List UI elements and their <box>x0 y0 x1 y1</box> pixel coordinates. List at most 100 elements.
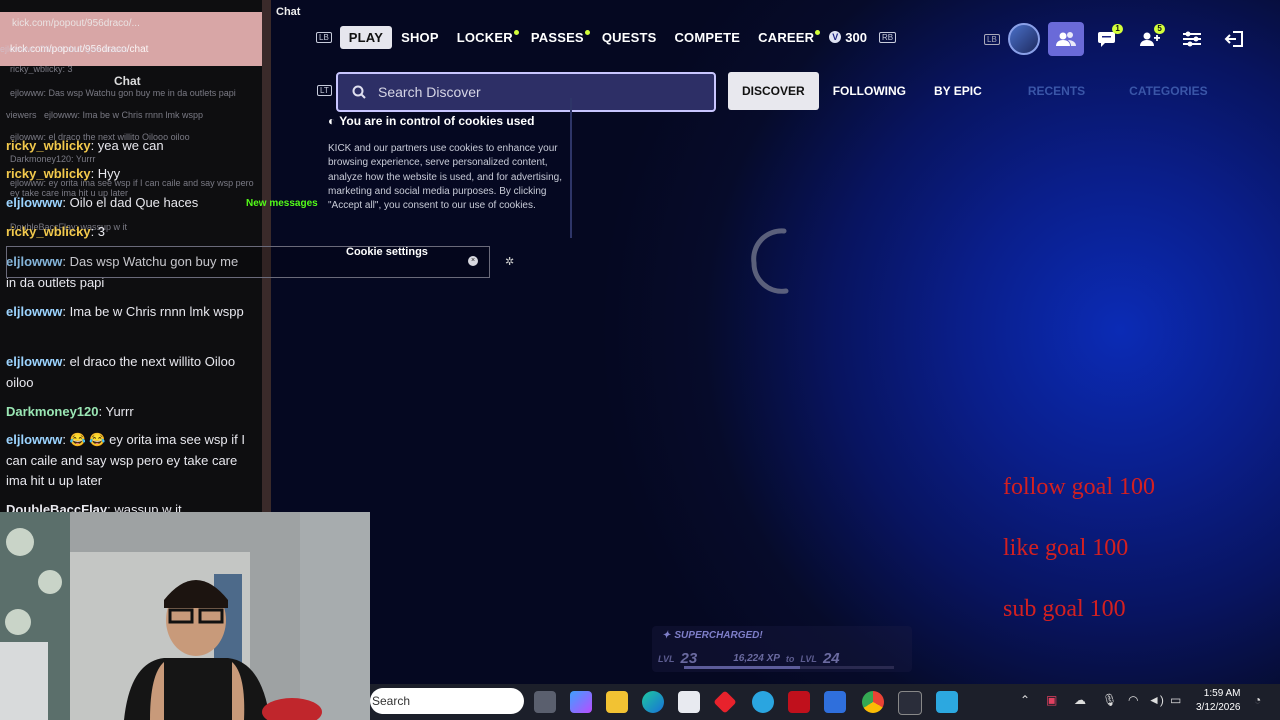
wifi-icon[interactable]: ◠ <box>1128 693 1138 707</box>
vbucks-balance[interactable]: V 300 <box>823 30 873 45</box>
exit-icon <box>1224 31 1243 47</box>
taskbar-search[interactable]: Search <box>370 688 524 714</box>
chat-username[interactable]: eljlowww <box>6 432 62 447</box>
tab-discover[interactable]: DISCOVER <box>728 72 819 110</box>
rb-key-hint: RB <box>878 31 897 43</box>
app-blue-icon[interactable] <box>752 691 774 713</box>
nav-item-shop[interactable]: SHOP <box>392 26 448 49</box>
vbucks-amount: 300 <box>845 29 867 45</box>
volume-icon[interactable]: ◄) <box>1148 693 1164 707</box>
nav-item-play[interactable]: PLAY <box>339 25 393 49</box>
cookie-title: ◐ You are in control of cookies used <box>328 114 535 128</box>
xp-amount: 16,224 XP <box>733 653 780 664</box>
chat-text: wassup w it <box>114 502 182 512</box>
nav-item-compete[interactable]: COMPETE <box>665 26 749 49</box>
chat-message: Darkmoney120: Yurrr <box>6 404 134 419</box>
file-explorer-icon[interactable] <box>606 691 628 713</box>
nav-item-locker[interactable]: LOCKER <box>448 26 522 49</box>
chat-message: eljlowww: Ima be w Chris rnnn lmk wspp <box>6 304 244 319</box>
store-icon[interactable] <box>678 691 700 713</box>
nav-item-career[interactable]: CAREER <box>749 26 823 49</box>
mic-icon[interactable]: 🎙 <box>1102 693 1117 707</box>
cookie-scrollbar[interactable] <box>570 98 572 238</box>
chat-message: ricky_wblicky: yea we can <box>6 138 164 153</box>
cookie-close-icon[interactable]: × <box>468 256 478 266</box>
fortnite-app-icon[interactable] <box>936 691 958 713</box>
top-nav: LB PLAY SHOP LOCKER PASSES QUESTS COMPETE CARE… <box>310 24 904 50</box>
gear-icon[interactable]: ✲ <box>505 255 514 268</box>
chat-message: ricky_wblicky: Hyy <box>6 166 121 181</box>
chat-username[interactable]: ricky_wblicky <box>6 224 91 239</box>
tab-categories[interactable]: CATEGORIES <box>1115 72 1221 110</box>
current-level: 23 <box>680 650 698 667</box>
supercharged-label: ✦ SUPERCHARGED! <box>662 630 763 641</box>
chat-message: DoubleBaccFlay: wassup w it <box>6 500 246 512</box>
copilot-icon[interactable] <box>570 691 592 713</box>
chat-username[interactable]: eljlowww <box>6 304 62 319</box>
chevron-up-icon[interactable]: ⌃ <box>1020 693 1030 707</box>
browser-tab[interactable]: kick.com/popout/956draco/... <box>12 18 140 29</box>
search-discover[interactable] <box>336 72 716 112</box>
ghost-chat-line: viewers <box>6 110 37 120</box>
tab-recents[interactable]: RECENTS <box>1014 72 1099 110</box>
chat-username[interactable]: eljlowww <box>6 354 62 369</box>
system-clock[interactable]: 1:59 AM 3/12/2026 <box>1196 687 1241 715</box>
chat-username[interactable]: DoubleBaccFlay <box>6 502 107 512</box>
cookie-settings-button[interactable]: Cookie settings <box>346 246 428 258</box>
lb-key-hint-right: LB <box>984 33 1000 45</box>
profile-button[interactable] <box>1006 22 1042 56</box>
clock-time: 1:59 AM <box>1203 688 1241 699</box>
party-button[interactable]: 5 <box>1132 22 1168 56</box>
nav-item-passes[interactable]: PASSES <box>522 26 593 49</box>
webcam-feed <box>0 512 370 720</box>
onedrive-icon[interactable]: ☁ <box>1074 693 1086 707</box>
loading-spinner-icon <box>751 228 789 294</box>
chat-button[interactable]: 1 <box>1090 22 1126 56</box>
chat-message: ricky_wblicky: 3 <box>6 224 106 239</box>
settings-button[interactable] <box>1174 22 1210 56</box>
chrome-icon[interactable] <box>862 691 884 713</box>
notification-dot <box>513 29 519 35</box>
battery-icon[interactable]: ▭ <box>1170 693 1181 707</box>
friends-button[interactable] <box>1047 22 1084 56</box>
chat-header: Chat <box>114 74 141 88</box>
follow-goal: follow goal 100 <box>1003 474 1155 500</box>
chat-text: Oilo el dad Que haces <box>69 195 199 210</box>
search-input[interactable] <box>376 83 680 101</box>
chat-username[interactable]: ricky_wblicky <box>6 138 91 153</box>
chat-text: Hyy <box>97 166 121 181</box>
top-right-bar: LB 1 5 <box>984 22 1252 56</box>
edge-icon[interactable] <box>642 691 664 713</box>
tray-app-icon[interactable]: ▣ <box>1046 693 1057 707</box>
mail-icon[interactable] <box>824 691 846 713</box>
vbucks-icon: V <box>829 31 842 43</box>
party-badge: 5 <box>1154 24 1165 34</box>
mcafee-icon[interactable] <box>788 691 810 713</box>
obs-icon[interactable] <box>898 691 922 715</box>
lt-key-hint: LT <box>317 85 332 96</box>
next-level: 24 <box>822 650 840 667</box>
ghost-chat-line: ejlowww: Das wsp Watchu gon buy me in da… <box>10 88 236 98</box>
exit-button[interactable] <box>1216 22 1252 56</box>
browser-tabbar: kick.com/popout/956draco/... <box>0 14 262 34</box>
task-view-icon[interactable] <box>534 691 556 713</box>
xp-progress-bar <box>684 666 894 669</box>
xp-line: LVL 23 16,224 XP to LVL 24 <box>658 650 840 667</box>
tab-by-epic[interactable]: BY EPIC <box>920 72 996 110</box>
chat-text: 3 <box>97 224 106 239</box>
cookie-banner: ◐ You are in control of cookies used KIC… <box>328 114 568 213</box>
nav-item-quests[interactable]: QUESTS <box>593 26 666 49</box>
cookie-icon: ◐ <box>328 114 336 128</box>
new-messages-button[interactable]: New messages <box>246 198 318 209</box>
chat-text: yea we can <box>97 138 164 153</box>
tab-following[interactable]: FOLLOWING <box>819 72 920 110</box>
supercharged-icon: ✦ <box>662 630 671 641</box>
notification-icon[interactable]: ◔ <box>1254 693 1261 707</box>
avatar <box>1007 23 1040 55</box>
chat-message: eljlowww: Oilo el dad Que haces <box>6 195 199 210</box>
chat-text: Yurrr <box>105 404 134 419</box>
chat-username[interactable]: eljlowww <box>6 195 62 210</box>
chat-username[interactable]: ricky_wblicky <box>6 166 91 181</box>
chat-username[interactable]: Darkmoney120 <box>6 404 99 419</box>
chat-message: eljlowww: el draco the next willito Oilo… <box>6 354 236 390</box>
